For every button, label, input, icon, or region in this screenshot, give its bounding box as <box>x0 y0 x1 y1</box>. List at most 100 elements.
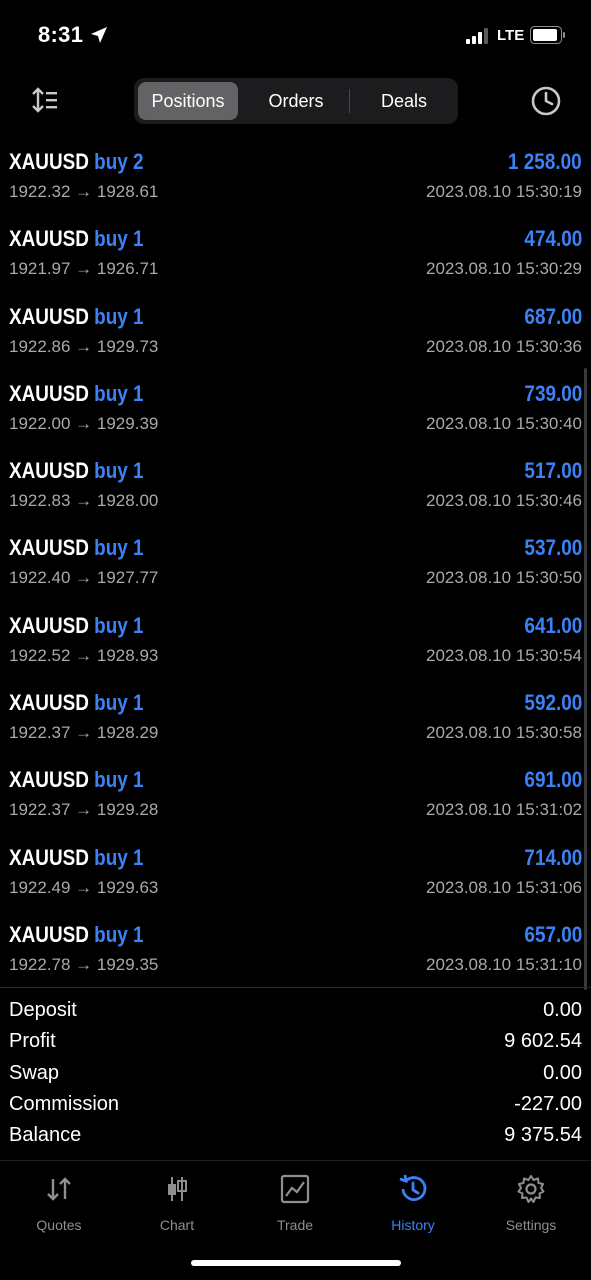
deal-time: 2023.08.10 15:31:06 <box>426 877 582 897</box>
status-time: 8:31 <box>38 22 84 47</box>
deal-prices: 1922.52 → 1928.93 <box>9 645 159 665</box>
deal-symbol: XAUUSD buy 1 <box>9 921 144 947</box>
deal-time: 2023.08.10 15:30:40 <box>426 413 582 433</box>
deal-prices: 1922.40 → 1927.77 <box>9 568 159 588</box>
deal-symbol: XAUUSD buy 1 <box>9 612 144 638</box>
deal-prices: 1922.49 → 1929.63 <box>9 877 159 897</box>
summary-value: 9 602.54 <box>504 1030 582 1053</box>
summary-label: Deposit <box>9 999 77 1021</box>
home-indicator[interactable] <box>191 1260 401 1266</box>
deal-type: buy 1 <box>94 226 144 252</box>
deal-row[interactable]: XAUUSD buy 1 1922.52 → 1928.93 641.00 20… <box>0 604 591 681</box>
summary-value: -227.00 <box>514 1092 582 1115</box>
gear-icon <box>517 1175 545 1203</box>
deal-row[interactable]: XAUUSD buy 2 1922.32 → 1928.61 1 258.00 … <box>0 140 591 217</box>
network-type: LTE <box>497 27 525 44</box>
summary-value: 0.00 <box>543 1061 582 1084</box>
location-arrow-icon <box>91 27 107 43</box>
deal-profit: 1 258.00 <box>508 149 582 174</box>
deal-symbol: XAUUSD buy 1 <box>9 380 144 406</box>
deal-prices: 1922.86 → 1929.73 <box>9 336 159 356</box>
segmented-control: Positions Orders Deals <box>134 78 458 124</box>
sort-icon[interactable] <box>30 86 60 114</box>
nav-history[interactable]: History <box>363 1173 463 1233</box>
deal-symbol: XAUUSD buy 1 <box>9 226 144 252</box>
deal-row[interactable]: XAUUSD buy 1 1922.83 → 1928.00 517.00 20… <box>0 449 591 526</box>
deal-time: 2023.08.10 15:30:29 <box>426 259 582 279</box>
deal-profit: 687.00 <box>524 303 582 329</box>
deal-symbol: XAUUSD buy 1 <box>9 458 144 484</box>
toolbar: Positions Orders Deals <box>0 76 591 126</box>
nav-chart[interactable]: Chart <box>127 1173 227 1233</box>
summary-value: 0.00 <box>543 999 582 1021</box>
nav-label: Trade <box>276 1217 314 1233</box>
deal-row[interactable]: XAUUSD buy 1 1922.78 → 1929.35 657.00 20… <box>0 913 591 990</box>
deal-type: buy 1 <box>94 690 144 716</box>
deal-profit: 714.00 <box>524 844 582 870</box>
status-bar: 8:31 LTE <box>0 0 591 70</box>
history-icon <box>399 1174 427 1201</box>
deal-profit: 657.00 <box>524 921 582 947</box>
deal-prices: 1922.83 → 1928.00 <box>9 491 159 511</box>
deal-time: 2023.08.10 15:30:50 <box>426 568 582 588</box>
deal-time: 2023.08.10 15:31:10 <box>426 954 582 974</box>
nav-trade[interactable]: Trade <box>245 1173 345 1233</box>
deal-prices: 1922.37 → 1928.29 <box>9 723 159 743</box>
tab-deals[interactable]: Deals <box>354 82 454 120</box>
deal-profit: 691.00 <box>524 767 582 793</box>
quotes-icon <box>47 1177 71 1201</box>
deal-row[interactable]: XAUUSD buy 1 1922.40 → 1927.77 537.00 20… <box>0 526 591 603</box>
summary-row-profit: Profit 9 602.54 <box>0 1028 591 1059</box>
summary-row-balance: Balance 9 375.54 <box>0 1122 591 1153</box>
deal-type: buy 1 <box>94 458 144 484</box>
nav-settings[interactable]: Settings <box>481 1173 581 1233</box>
deal-row[interactable]: XAUUSD buy 1 1922.37 → 1929.28 691.00 20… <box>0 758 591 835</box>
clock-icon[interactable] <box>529 84 563 118</box>
summary-label: Profit <box>9 1030 56 1053</box>
deal-type: buy 1 <box>94 767 144 793</box>
deal-type: buy 1 <box>94 303 144 329</box>
deal-type: buy 1 <box>94 612 144 638</box>
deal-prices: 1922.00 → 1929.39 <box>9 413 159 433</box>
summary-row-commission: Commission -227.00 <box>0 1091 591 1122</box>
deal-time: 2023.08.10 15:30:54 <box>426 645 582 665</box>
deal-time: 2023.08.10 15:30:19 <box>426 182 582 201</box>
deal-type: buy 1 <box>94 921 144 947</box>
deal-profit: 517.00 <box>524 458 582 484</box>
deal-type: buy 1 <box>94 380 144 406</box>
deal-row[interactable]: XAUUSD buy 1 1921.97 → 1926.71 474.00 20… <box>0 217 591 294</box>
segment-divider <box>349 89 350 113</box>
summary-divider <box>0 987 591 988</box>
deal-type: buy 1 <box>94 535 144 561</box>
deal-prices: 1921.97 → 1926.71 <box>9 259 159 279</box>
deal-prices: 1922.32 → 1928.61 <box>9 182 159 201</box>
nav-quotes[interactable]: Quotes <box>9 1173 109 1233</box>
deal-symbol: XAUUSD buy 2 <box>9 149 144 174</box>
deal-type: buy 1 <box>94 844 144 870</box>
summary-label: Swap <box>9 1061 60 1084</box>
nav-label: Quotes <box>36 1217 82 1233</box>
battery-icon <box>530 26 565 44</box>
deal-symbol: XAUUSD buy 1 <box>9 303 144 329</box>
deal-row[interactable]: XAUUSD buy 1 1922.86 → 1929.73 687.00 20… <box>0 295 591 372</box>
tab-orders[interactable]: Orders <box>246 82 346 120</box>
deal-symbol: XAUUSD buy 1 <box>9 844 144 870</box>
summary-row-deposit: Deposit 0.00 <box>0 997 591 1028</box>
deal-row[interactable]: XAUUSD buy 1 1922.37 → 1928.29 592.00 20… <box>0 681 591 758</box>
deal-row[interactable]: XAUUSD buy 1 1922.00 → 1929.39 739.00 20… <box>0 372 591 449</box>
tab-positions[interactable]: Positions <box>138 82 238 120</box>
deal-time: 2023.08.10 15:30:36 <box>426 336 582 356</box>
scrollbar[interactable] <box>584 368 587 990</box>
signal-icon <box>466 28 488 44</box>
deal-symbol: XAUUSD buy 1 <box>9 690 144 716</box>
deals-list: XAUUSD buy 2 1922.32 → 1928.61 1 258.00 … <box>0 140 591 990</box>
deal-symbol: XAUUSD buy 1 <box>9 535 144 561</box>
deal-profit: 641.00 <box>524 612 582 638</box>
deal-row[interactable]: XAUUSD buy 1 1922.49 → 1929.63 714.00 20… <box>0 836 591 913</box>
summary-value: 9 375.54 <box>504 1124 582 1147</box>
candlestick-icon <box>168 1177 187 1201</box>
deal-time: 2023.08.10 15:30:58 <box>426 723 582 743</box>
nav-label: Chart <box>159 1217 195 1233</box>
summary-label: Balance <box>9 1124 82 1147</box>
nav-label: Settings <box>505 1217 557 1233</box>
